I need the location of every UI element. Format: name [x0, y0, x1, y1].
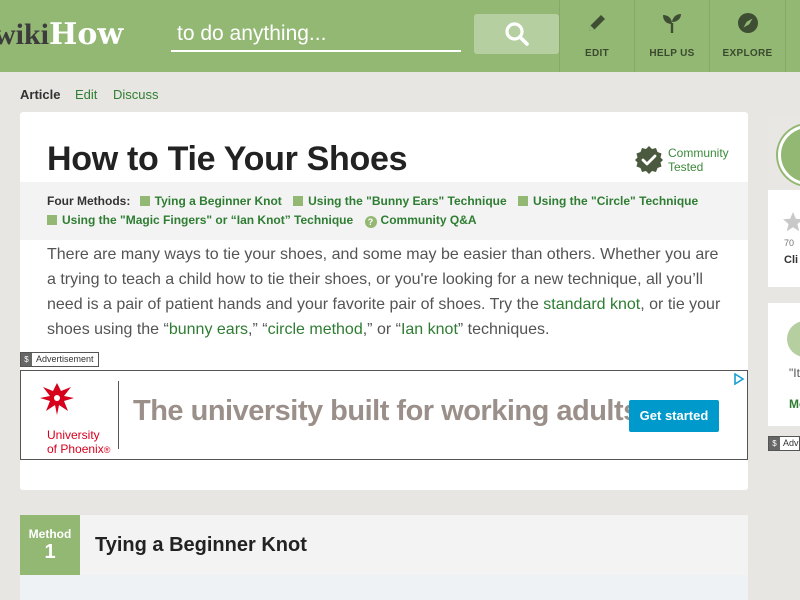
sidebar-count: 70	[784, 238, 795, 248]
university-of-phoenix-logo: University of Phoenix®	[33, 379, 118, 456]
sprout-icon	[663, 14, 681, 33]
sidebar-card-top	[768, 115, 800, 190]
method-square-icon	[293, 196, 304, 206]
methods-lead: Four Methods:	[47, 194, 131, 208]
ad-get-started-button[interactable]: Get started	[629, 400, 719, 432]
advertisement-tag: $ Advertisement	[20, 352, 99, 367]
sidebar-quote-card: "It Mo	[768, 303, 800, 426]
nav-edit-label: EDIT	[585, 48, 609, 59]
badge-line-2: Tested	[668, 160, 704, 174]
method-number-box: Method 1	[20, 515, 80, 575]
toc-community-qa[interactable]: ? Community Q&A	[364, 213, 477, 228]
star-icon[interactable]	[782, 211, 800, 233]
ad-choices-icon[interactable]	[733, 373, 745, 385]
search-icon	[504, 22, 529, 46]
methods-toc: Four Methods: Tying a Beginner Knot Usin…	[20, 182, 748, 240]
phoenix-bird-icon	[40, 383, 74, 415]
ad-headline: The university built for working adults	[133, 395, 639, 427]
tab-article[interactable]: Article	[20, 87, 60, 102]
method-word: Method	[28, 527, 72, 541]
search-field-wrapper	[171, 18, 461, 52]
page-title: How to Tie Your Shoes	[47, 140, 408, 178]
nav-explore-button[interactable]: EXPLORE	[709, 0, 785, 72]
toc-method-3[interactable]: Using the "Circle" Technique	[518, 194, 698, 208]
method-title: Tying a Beginner Knot	[95, 534, 307, 556]
wikihow-logo[interactable]: wikiHow	[0, 14, 123, 55]
verified-badge-icon	[635, 146, 663, 174]
tab-discuss[interactable]: Discuss	[113, 87, 159, 102]
sidebar-click-label: Cli	[784, 254, 799, 266]
search-input[interactable]	[171, 18, 461, 50]
compass-icon	[737, 13, 758, 33]
method-number: 1	[44, 541, 56, 563]
sidebar-badge-circle	[778, 125, 800, 185]
ad-divider	[118, 381, 119, 449]
sidebar-advertisement-tag: $ Adv	[768, 436, 800, 451]
nav-help-us-label: HELP US	[649, 48, 695, 59]
link-standard-knot[interactable]: standard knot	[543, 296, 640, 313]
search-button[interactable]	[474, 14, 559, 54]
sidebar-avatar	[787, 321, 800, 357]
ad-brand-line-2: of Phoenix	[47, 442, 104, 456]
top-header: wikiHow EDIT HELP US	[0, 0, 800, 72]
sidebar-rating-card: 70 Cli	[768, 115, 800, 287]
link-bunny-ears[interactable]: bunny ears	[169, 321, 248, 338]
toc-method-1[interactable]: Tying a Beginner Knot	[139, 194, 282, 208]
method-section: Method 1 Tying a Beginner Knot	[20, 515, 748, 600]
tab-edit[interactable]: Edit	[75, 87, 97, 102]
nav-explore-label: EXPLORE	[722, 48, 773, 59]
sidebar-more-link[interactable]: Mo	[789, 397, 800, 411]
question-icon: ?	[364, 216, 377, 228]
method-step-image	[20, 575, 748, 600]
badge-line-1: Community	[668, 146, 729, 160]
method-header: Tying a Beginner Knot	[80, 515, 748, 575]
ad-brand-line-1: University	[47, 428, 100, 442]
community-tested-badge[interactable]: Community Tested	[634, 145, 729, 175]
method-square-icon	[47, 215, 57, 225]
nav-edit-button[interactable]: EDIT	[559, 0, 634, 72]
link-circle-method[interactable]: circle method	[268, 321, 363, 338]
dollar-icon: $	[769, 437, 780, 450]
link-ian-knot[interactable]: Ian knot	[401, 321, 458, 338]
nav-help-us-button[interactable]: HELP US	[634, 0, 709, 72]
toc-method-4[interactable]: Using the "Magic Fingers" or “Ian Knot” …	[47, 213, 353, 227]
pencil-icon	[589, 15, 605, 31]
ad-banner[interactable]: University of Phoenix® The university bu…	[20, 370, 748, 460]
ad-brand-mark: ®	[103, 445, 111, 455]
intro-paragraph: There are many ways to tie your shoes, a…	[47, 246, 721, 338]
toc-method-2[interactable]: Using the "Bunny Ears" Technique	[293, 194, 507, 208]
nav-edge	[785, 0, 800, 72]
method-square-icon	[139, 196, 150, 206]
dollar-icon: $	[21, 353, 32, 366]
method-square-icon	[518, 196, 528, 206]
sidebar-quote: "It	[789, 366, 800, 380]
